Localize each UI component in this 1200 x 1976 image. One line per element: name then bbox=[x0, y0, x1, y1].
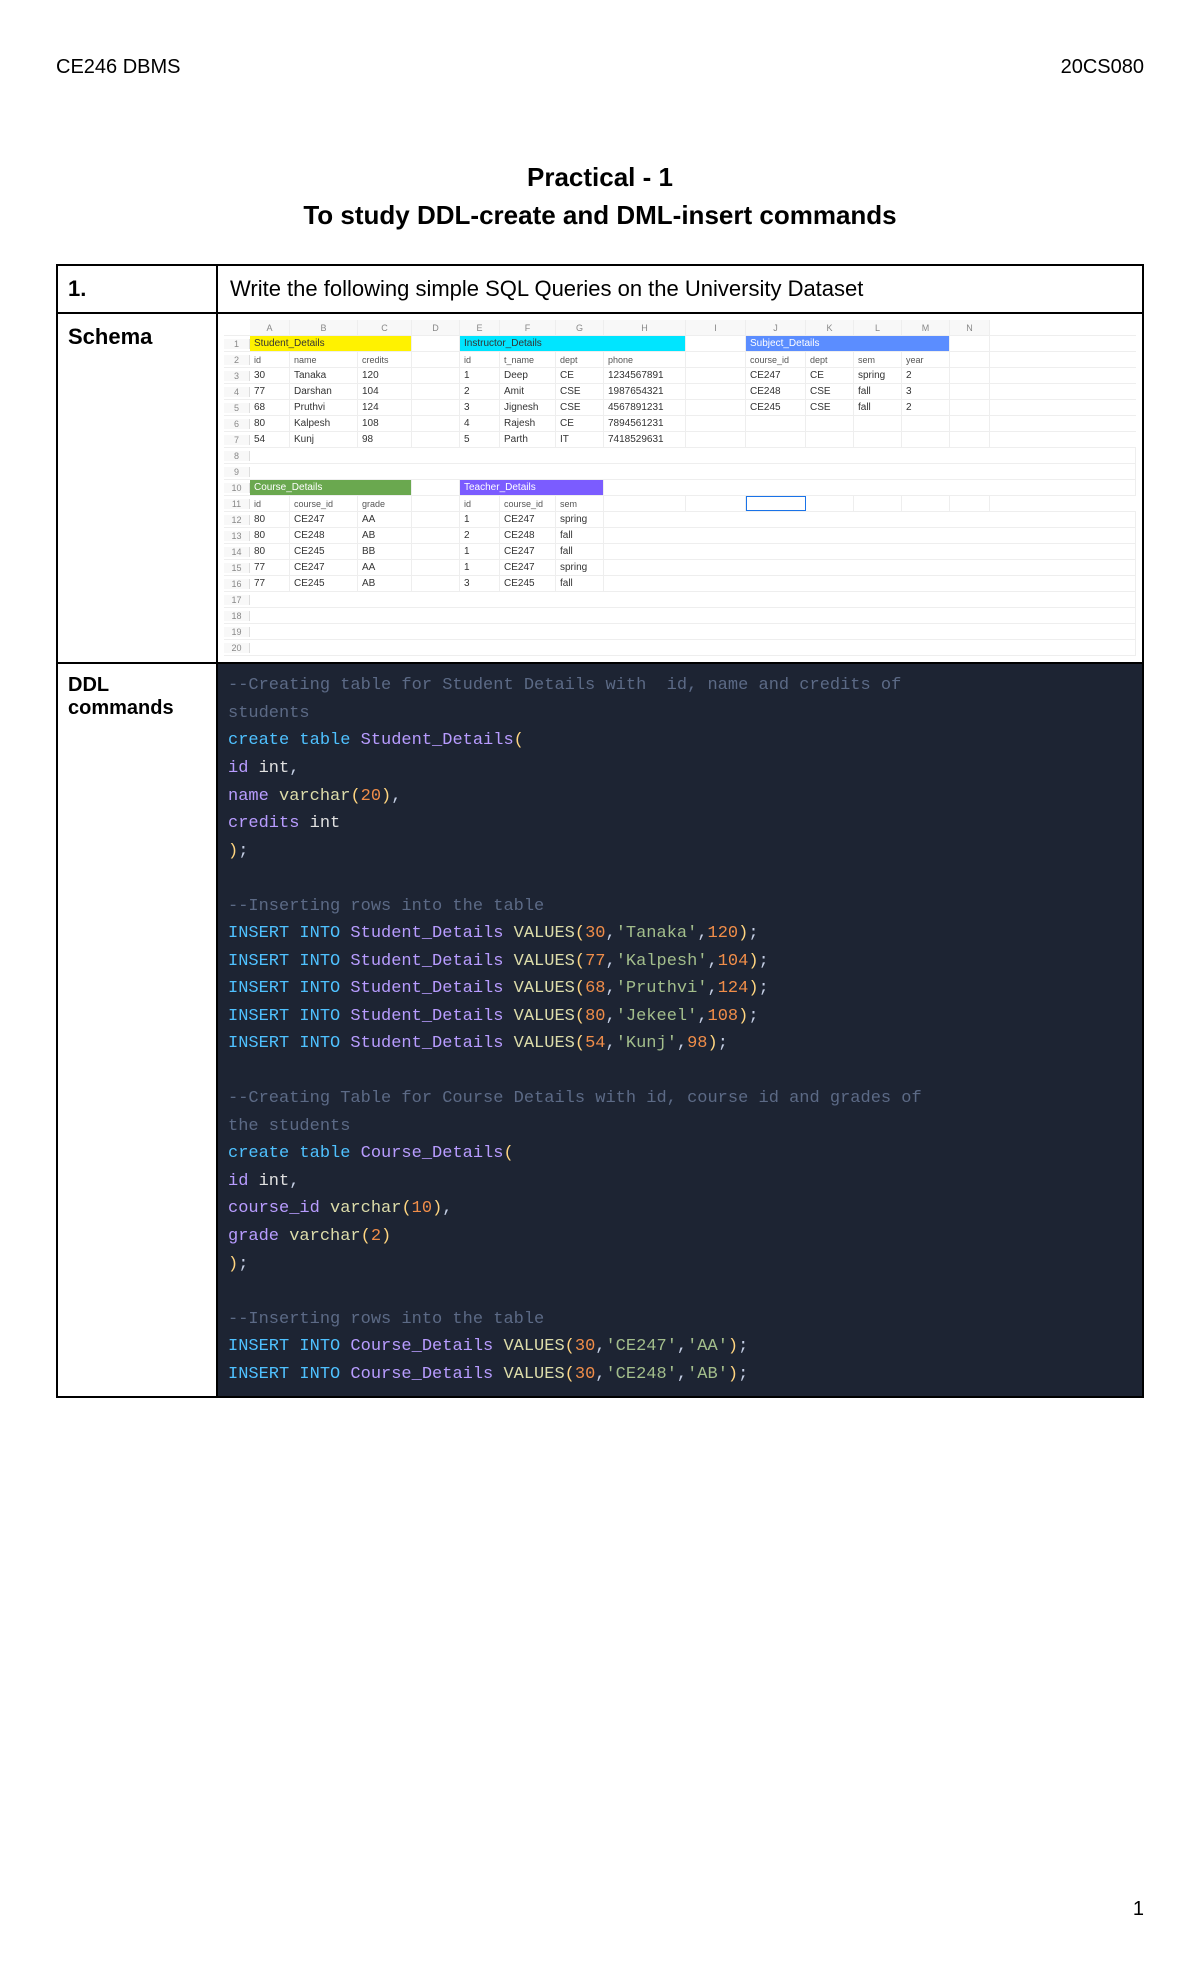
sheet-row: 15 77 CE247 AA 1 CE247 spring bbox=[224, 560, 1136, 576]
selected-cell[interactable] bbox=[746, 496, 806, 511]
ddl-label: DDL commands bbox=[57, 663, 217, 1397]
title-line2: To study DDL-create and DML-insert comma… bbox=[56, 197, 1144, 235]
sheet-row: 13 80 CE248 AB 2 CE248 fall bbox=[224, 528, 1136, 544]
schema-label: Schema bbox=[57, 313, 217, 663]
sheet-row: 5 68 Pruthvi 124 3 Jignesh CSE 456789123… bbox=[224, 400, 1136, 416]
title-line1: Practical - 1 bbox=[56, 159, 1144, 197]
col-header-row: A B C D E F G H I J K L bbox=[224, 320, 1136, 336]
sheet-row: 1 Student_Details Instructor_Details Sub… bbox=[224, 336, 1136, 352]
sheet-row: 4 77 Darshan 104 2 Amit CSE 1987654321 bbox=[224, 384, 1136, 400]
sheet-row: 16 77 CE245 AB 3 CE245 fall bbox=[224, 576, 1136, 592]
sheet-row: 12 80 CE247 AA 1 CE247 spring bbox=[224, 512, 1136, 528]
page-number: 1 bbox=[56, 1898, 1144, 1921]
sheet-row: 3 30 Tanaka 120 1 Deep CE 1234567891 C bbox=[224, 368, 1136, 384]
header-left: CE246 DBMS bbox=[56, 56, 181, 79]
sheet-row: 2 id name credits id t_name dept phone bbox=[224, 352, 1136, 368]
sheet-row: 6 80 Kalpesh 108 4 Rajesh CE 7894561231 bbox=[224, 416, 1136, 432]
header-right: 20CS080 bbox=[1061, 56, 1144, 79]
main-table: 1. Write the following simple SQL Querie… bbox=[56, 264, 1144, 1398]
spreadsheet: A B C D E F G H I J K L bbox=[224, 320, 1136, 656]
page-title: Practical - 1 To study DDL-create and DM… bbox=[56, 159, 1144, 234]
page-header: CE246 DBMS 20CS080 bbox=[56, 56, 1144, 79]
schema-cell: A B C D E F G H I J K L bbox=[217, 313, 1143, 663]
question-text: Write the following simple SQL Queries o… bbox=[217, 265, 1143, 313]
sheet-row: 11 id course_id grade id course_id sem bbox=[224, 496, 1136, 512]
question-number: 1. bbox=[57, 265, 217, 313]
code-block: --Creating table for Student Details wit… bbox=[217, 663, 1143, 1397]
sheet-row: 10 Course_Details Teacher_Details bbox=[224, 480, 1136, 496]
sheet-row: 7 54 Kunj 98 5 Parth IT 7418529631 bbox=[224, 432, 1136, 448]
sheet-row: 14 80 CE245 BB 1 CE247 fall bbox=[224, 544, 1136, 560]
